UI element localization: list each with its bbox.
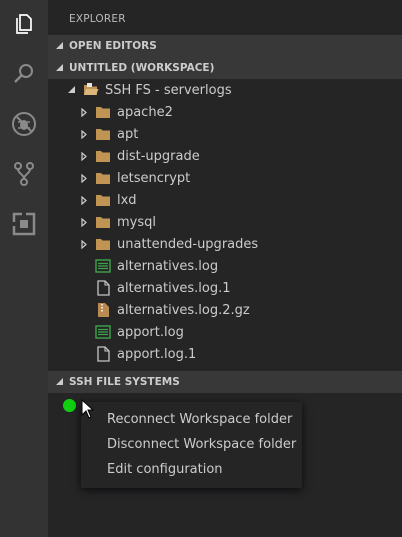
log-file-icon — [95, 255, 111, 277]
collapsed-arrow-icon — [79, 211, 89, 233]
section-title: OPEN EDITORS — [69, 40, 157, 52]
collapsed-arrow-icon — [79, 167, 89, 189]
tree-item-label: apache2 — [117, 104, 173, 120]
collapsed-arrow-icon — [79, 123, 89, 145]
folder-icon — [95, 101, 111, 123]
connection-status-dot — [63, 399, 76, 412]
expanded-arrow-icon — [67, 79, 77, 101]
menu-item-edit-configuration[interactable]: Edit configuration — [81, 457, 302, 482]
menu-item-disconnect[interactable]: Disconnect Workspace folder — [81, 432, 302, 457]
expanded-arrow-icon — [56, 42, 65, 50]
workspace-header[interactable]: UNTITLED (WORKSPACE) — [48, 57, 402, 79]
tree-folder-item[interactable]: lxd — [48, 189, 402, 211]
explorer-icon[interactable] — [0, 0, 48, 48]
collapsed-arrow-icon — [79, 189, 89, 211]
collapsed-arrow-icon — [79, 145, 89, 167]
folder-icon — [95, 233, 111, 255]
extensions-icon[interactable] — [0, 200, 48, 248]
workspace-root-folder[interactable]: SSH FS - serverlogs — [48, 79, 402, 101]
ssh-file-systems-header[interactable]: SSH FILE SYSTEMS — [48, 371, 402, 393]
folder-icon — [95, 123, 111, 145]
open-folder-icon — [83, 79, 99, 101]
collapsed-arrow-icon — [79, 233, 89, 255]
tree-folder-item[interactable]: dist-upgrade — [48, 145, 402, 167]
tree-item-label: apport.log.1 — [117, 346, 197, 362]
tree-file-item[interactable]: apport.log — [48, 321, 402, 343]
tree-file-item[interactable]: alternatives.log — [48, 255, 402, 277]
search-icon[interactable] — [0, 50, 48, 98]
root-folder-label: SSH FS - serverlogs — [105, 82, 232, 98]
tree-item-label: dist-upgrade — [117, 148, 200, 164]
tree-file-item[interactable]: alternatives.log.1 — [48, 277, 402, 299]
explorer-title: EXPLORER — [69, 13, 126, 25]
log-file-icon — [95, 321, 111, 343]
menu-item-reconnect[interactable]: Reconnect Workspace folder — [81, 407, 302, 432]
tree-item-label: alternatives.log.1 — [117, 280, 231, 296]
folder-icon — [95, 167, 111, 189]
section-title: UNTITLED (WORKSPACE) — [69, 62, 215, 74]
tree-item-label: letsencrypt — [117, 170, 191, 186]
activity-bar — [0, 0, 48, 537]
file-icon — [95, 277, 111, 299]
tree-item-label: alternatives.log.2.gz — [117, 302, 250, 318]
folder-icon — [95, 145, 111, 167]
tree-item-label: lxd — [117, 192, 137, 208]
open-editors-header[interactable]: OPEN EDITORS — [48, 35, 402, 57]
section-title: SSH FILE SYSTEMS — [69, 376, 180, 388]
expanded-arrow-icon — [56, 64, 65, 72]
collapsed-arrow-icon — [79, 101, 89, 123]
tree-file-item[interactable]: apport.log.1 — [48, 343, 402, 365]
tree-folder-item[interactable]: mysql — [48, 211, 402, 233]
tree-item-label: mysql — [117, 214, 156, 230]
tree-file-item[interactable]: alternatives.log.2.gz — [48, 299, 402, 321]
tree-folder-item[interactable]: unattended-upgrades — [48, 233, 402, 255]
tree-item-label: alternatives.log — [117, 258, 219, 274]
archive-file-icon — [95, 299, 111, 321]
tree-folder-item[interactable]: apt — [48, 123, 402, 145]
expanded-arrow-icon — [56, 378, 65, 386]
file-icon — [95, 343, 111, 365]
tree-item-label: unattended-upgrades — [117, 236, 259, 252]
folder-icon — [95, 189, 111, 211]
debug-icon[interactable] — [0, 100, 48, 148]
tree-folder-item[interactable]: letsencrypt — [48, 167, 402, 189]
source-control-icon[interactable] — [0, 150, 48, 198]
context-menu: Reconnect Workspace folder Disconnect Wo… — [81, 402, 302, 488]
tree-folder-item[interactable]: apache2 — [48, 101, 402, 123]
folder-icon — [95, 211, 111, 233]
mouse-cursor-icon — [81, 399, 94, 419]
tree-item-label: apt — [117, 126, 139, 142]
tree-item-label: apport.log — [117, 324, 184, 340]
